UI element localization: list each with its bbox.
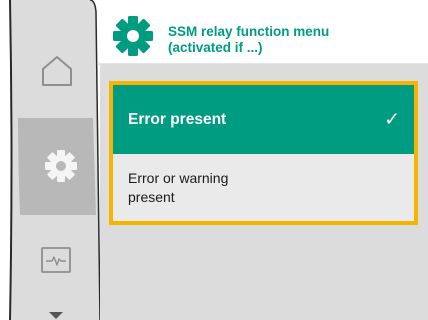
menu-gear-icon <box>113 16 153 56</box>
chevron-down-icon[interactable] <box>48 311 64 320</box>
options-list: Error present ✓ Error or warning present <box>109 81 418 225</box>
page-title-line1: SSM relay function menu <box>168 24 330 39</box>
page-title-line2: (activated if ...) <box>168 40 263 55</box>
option-label-line1: Error or warning <box>128 169 229 186</box>
option-label-line2: present <box>128 188 175 205</box>
diagnostics-icon[interactable] <box>40 246 72 274</box>
option-label: Error present <box>128 110 227 128</box>
option-error-present[interactable]: Error present ✓ <box>113 85 414 154</box>
checkmark-icon: ✓ <box>384 109 400 130</box>
option-error-or-warning-present[interactable]: Error or warning present <box>113 154 414 221</box>
home-icon[interactable] <box>38 52 76 90</box>
gear-icon[interactable] <box>43 148 79 184</box>
page-title: SSM relay function menu (activated if ..… <box>168 24 408 56</box>
screen: SSM relay function menu (activated if ..… <box>0 0 428 320</box>
option-label: Error or warning present <box>128 169 228 207</box>
